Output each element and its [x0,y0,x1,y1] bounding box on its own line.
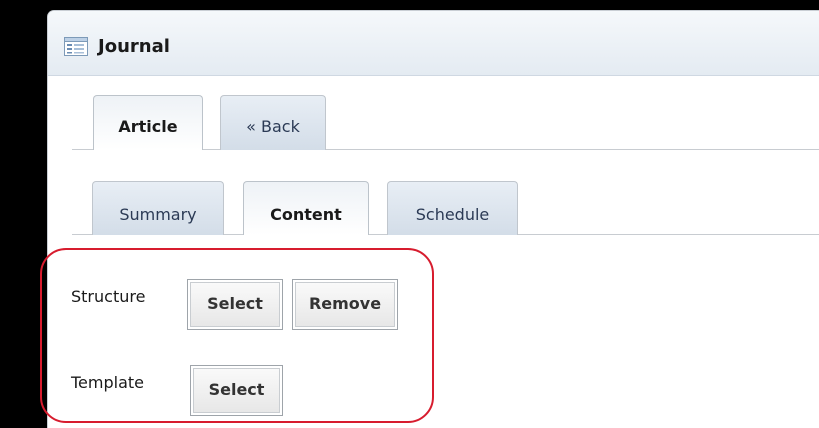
window-titlebar: Journal [48,11,819,76]
tab-article-label: Article [118,117,178,136]
tab-summary[interactable]: Summary [92,181,224,235]
tab-summary-label: Summary [119,205,197,224]
template-label: Template [71,373,145,392]
tab-content[interactable]: Content [243,181,369,235]
tab-article[interactable]: Article [93,95,203,150]
window-title: Journal [98,36,170,57]
tab-schedule-label: Schedule [415,205,490,224]
template-select-button[interactable]: Select [190,365,283,416]
journal-window-icon [64,37,88,56]
structure-remove-button[interactable]: Remove [292,279,398,330]
tab-schedule[interactable]: Schedule [387,181,518,235]
template-select-button-label: Select [208,380,265,399]
structure-select-button-label: Select [207,294,263,313]
structure-label: Structure [71,287,146,306]
tab-back[interactable]: « Back [220,95,326,150]
structure-remove-button-label: Remove [308,294,382,313]
tab-back-label: « Back [246,117,300,136]
journal-window: Journal Article « Back Summary Content S… [47,10,819,428]
tab-content-label: Content [270,205,342,224]
structure-select-button[interactable]: Select [187,279,283,330]
